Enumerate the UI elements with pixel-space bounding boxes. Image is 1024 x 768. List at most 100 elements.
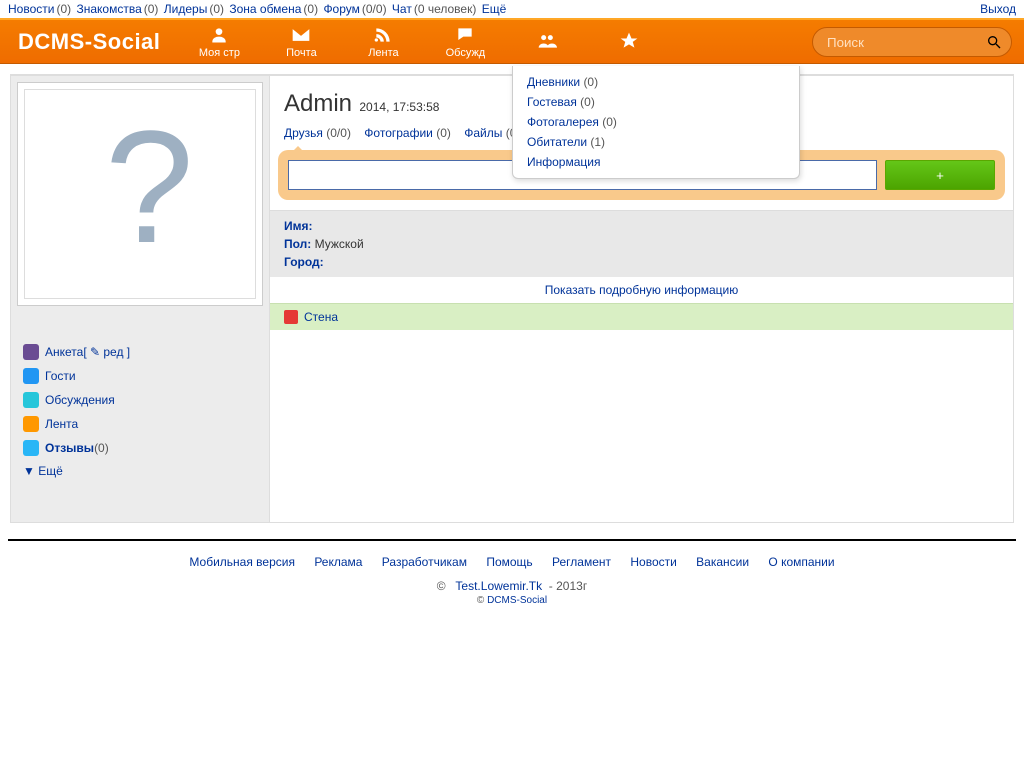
city-label: Город: xyxy=(284,255,324,269)
dropdown-info[interactable]: Информация xyxy=(527,152,785,172)
edit-link[interactable]: [ ✎ ред ] xyxy=(83,345,130,359)
users-icon xyxy=(537,31,557,51)
profile-time: 2014, 17:53:58 xyxy=(359,100,439,114)
info-gray: Имя: Пол: Мужской Город: xyxy=(270,211,1013,277)
menu-anketa[interactable]: Анкета [ ✎ ред ] xyxy=(21,340,263,364)
dropdown-guestbook[interactable]: Гостевая (0) xyxy=(527,92,785,112)
nav-label: Моя стр xyxy=(199,47,240,59)
search-icon xyxy=(986,34,1002,50)
count: (0) xyxy=(209,2,224,16)
footer-jobs[interactable]: Вакансии xyxy=(696,555,749,569)
count: (0) xyxy=(303,2,318,16)
show-more[interactable]: Показать подробную информацию xyxy=(270,277,1013,303)
footer-links: Мобильная версия Реклама Разработчикам П… xyxy=(0,551,1024,573)
topbar-news[interactable]: Новости xyxy=(8,2,54,16)
footer-news[interactable]: Новости xyxy=(630,555,676,569)
topbar: Новости(0) Знакомства(0) Лидеры(0) Зона … xyxy=(0,0,1024,18)
nav-my-page[interactable]: Моя стр xyxy=(178,20,260,63)
name-label: Имя: xyxy=(284,219,313,233)
count: (0) xyxy=(602,115,617,129)
footer-dev[interactable]: Разработчикам xyxy=(382,555,467,569)
link-photos[interactable]: Фотографии xyxy=(364,126,433,140)
rss-icon xyxy=(23,416,39,432)
menu-guests[interactable]: Гости xyxy=(21,364,263,388)
star-icon xyxy=(619,31,639,51)
footer-brand[interactable]: DCMS-Social xyxy=(487,595,547,606)
topbar-exchange[interactable]: Зона обмена xyxy=(229,2,301,16)
sidebar: ? Анкета [ ✎ ред ] Гости Обсуждения Лент… xyxy=(10,75,270,523)
header: DCMS-Social Моя стр Почта Лента Обсужд Д… xyxy=(0,18,1024,64)
svg-text:?: ? xyxy=(105,114,194,274)
wall-icon xyxy=(284,310,298,324)
bird-icon xyxy=(23,440,39,456)
topbar-left: Новости(0) Знакомства(0) Лидеры(0) Зона … xyxy=(8,2,508,16)
avatar: ? xyxy=(24,89,256,299)
topbar-right: Выход xyxy=(980,2,1016,16)
menu-expand[interactable]: ▼ Ещё xyxy=(21,460,263,482)
count: (0) xyxy=(144,2,159,16)
post-button[interactable]: + xyxy=(885,160,995,190)
count: (0) xyxy=(583,75,598,89)
topbar-forum[interactable]: Форум xyxy=(323,2,359,16)
count: (1) xyxy=(590,135,605,149)
nav-label: Лента xyxy=(368,47,398,59)
topbar-leaders[interactable]: Лидеры xyxy=(164,2,208,16)
count: (0) xyxy=(580,95,595,109)
mail-icon xyxy=(291,25,311,45)
footer-copy: © Test.Lowemir.Tk - 2013г © DCMS-Social xyxy=(0,573,1024,612)
footer-site[interactable]: Test.Lowemir.Tk xyxy=(455,579,542,593)
question-icon: ? xyxy=(80,114,200,274)
avatar-frame: ? xyxy=(17,82,263,306)
rss-icon xyxy=(373,25,393,45)
wall-section[interactable]: Стена xyxy=(270,303,1013,330)
nav-discuss[interactable]: Обсужд xyxy=(424,20,506,63)
nav-mail[interactable]: Почта xyxy=(260,20,342,63)
search-input[interactable] xyxy=(812,27,1012,57)
nav: Моя стр Почта Лента Обсужд xyxy=(178,20,670,63)
footer-brand-line: © DCMS-Social xyxy=(6,595,1018,606)
footer-mobile[interactable]: Мобильная версия xyxy=(189,555,295,569)
menu-reviews[interactable]: Отзывы (0) xyxy=(21,436,263,460)
info-block: Имя: Пол: Мужской Город: Показать подроб… xyxy=(270,210,1013,330)
nav-label: Обсужд xyxy=(446,47,486,59)
footer-divider xyxy=(8,539,1016,541)
count: (0/0) xyxy=(326,126,351,140)
nav-icon6[interactable] xyxy=(588,20,670,63)
dropdown-menu: Дневники (0) Гостевая (0) Фотогалерея (0… xyxy=(512,66,800,179)
count: (0) xyxy=(436,126,451,140)
count: (0/0) xyxy=(362,2,387,16)
user-icon xyxy=(209,25,229,45)
count: (0 человек) xyxy=(414,2,477,16)
topbar-dating[interactable]: Знакомства xyxy=(76,2,141,16)
link-friends[interactable]: Друзья xyxy=(284,126,323,140)
dropdown-gallery[interactable]: Фотогалерея (0) xyxy=(527,112,785,132)
logo[interactable]: DCMS-Social xyxy=(0,29,178,55)
nav-label: Почта xyxy=(286,47,317,59)
footer-ads[interactable]: Реклама xyxy=(314,555,362,569)
link-files[interactable]: Файлы xyxy=(464,126,502,140)
topbar-chat[interactable]: Чат xyxy=(392,2,412,16)
dropdown-diaries[interactable]: Дневники (0) xyxy=(527,72,785,92)
footer-help[interactable]: Помощь xyxy=(486,555,532,569)
count: (0) xyxy=(94,441,109,455)
eye-icon xyxy=(23,368,39,384)
topbar-more[interactable]: Ещё xyxy=(482,2,507,16)
form-icon xyxy=(23,344,39,360)
sex-label: Пол: xyxy=(284,237,311,251)
nav-feed[interactable]: Лента xyxy=(342,20,424,63)
side-menu: Анкета [ ✎ ред ] Гости Обсуждения Лента … xyxy=(17,336,263,482)
chat-icon xyxy=(455,25,475,45)
copy-symbol: © xyxy=(437,579,446,593)
footer-rules[interactable]: Регламент xyxy=(552,555,611,569)
count: (0) xyxy=(56,2,71,16)
logout-link[interactable]: Выход xyxy=(980,2,1016,16)
sex-val: Мужской xyxy=(315,237,364,251)
search-wrap xyxy=(812,27,1012,57)
nav-icon5[interactable] xyxy=(506,20,588,63)
menu-feed[interactable]: Лента xyxy=(21,412,263,436)
dropdown-members[interactable]: Обитатели (1) xyxy=(527,132,785,152)
footer-about[interactable]: О компании xyxy=(768,555,834,569)
wall-link[interactable]: Стена xyxy=(304,310,338,324)
profile-name: Admin xyxy=(284,90,352,118)
menu-discuss[interactable]: Обсуждения xyxy=(21,388,263,412)
